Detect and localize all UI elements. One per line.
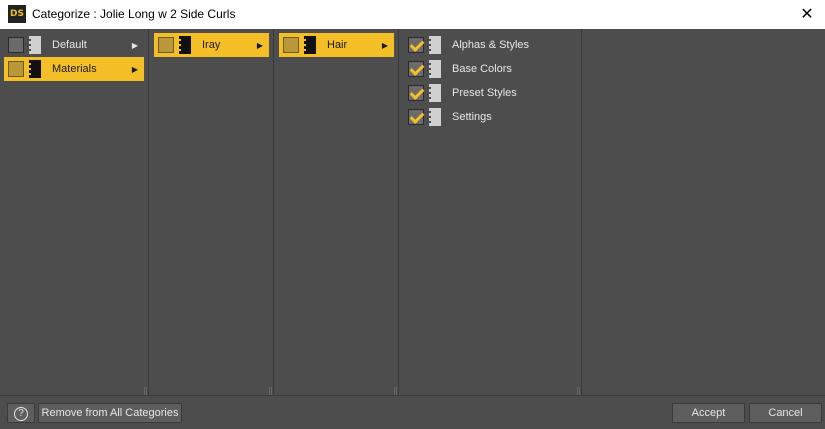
category-label: Alphas & Styles [452, 39, 530, 51]
folder-icon [303, 36, 317, 54]
help-button[interactable]: ? [7, 403, 35, 423]
daz-studio-app-icon: DS [8, 5, 26, 23]
category-item-base-colors[interactable]: Base Colors [404, 57, 577, 81]
accept-button[interactable]: Accept [672, 403, 745, 423]
remove-from-all-categories-button[interactable]: Remove from All Categories [38, 403, 182, 423]
submenu-arrow-icon: ▶ [256, 40, 264, 50]
category-item-materials[interactable]: Materials ▶ [4, 57, 144, 81]
folder-icon [428, 36, 442, 54]
category-item-settings[interactable]: Settings [404, 105, 577, 129]
checkbox-checked-icon[interactable] [408, 61, 424, 77]
help-icon: ? [14, 407, 28, 421]
column-resize-handle[interactable] [577, 387, 580, 395]
category-label: Base Colors [452, 63, 512, 75]
category-label: Materials [52, 63, 97, 75]
folder-icon [28, 60, 42, 78]
checkbox-icon[interactable] [158, 37, 174, 53]
checkbox-checked-icon[interactable] [408, 109, 424, 125]
cancel-button[interactable]: Cancel [749, 403, 822, 423]
dialog-footer: ? Remove from All Categories Accept Canc… [0, 395, 825, 429]
category-item-alphas-styles[interactable]: Alphas & Styles [404, 33, 577, 57]
folder-icon [428, 108, 442, 126]
checkbox-icon[interactable] [8, 37, 24, 53]
window-title: Categorize : Jolie Long w 2 Side Curls [32, 7, 236, 21]
category-label: Preset Styles [452, 87, 517, 99]
folder-icon [428, 84, 442, 102]
checkbox-checked-icon[interactable] [408, 85, 424, 101]
checkbox-checked-icon[interactable] [408, 37, 424, 53]
category-item-preset-styles[interactable]: Preset Styles [404, 81, 577, 105]
category-item-default[interactable]: Default ▶ [4, 33, 144, 57]
column-resize-handle[interactable] [394, 387, 397, 395]
category-column-2: Iray ▶ [150, 29, 274, 395]
dialog-content: Default ▶ Materials ▶ Iray ▶ Hair ▶ Alph… [0, 29, 825, 429]
folder-icon [428, 60, 442, 78]
category-label: Settings [452, 111, 492, 123]
title-bar: DS Categorize : Jolie Long w 2 Side Curl… [0, 0, 825, 29]
column-resize-handle[interactable] [144, 387, 147, 395]
category-label: Default [52, 39, 87, 51]
submenu-arrow-icon: ▶ [131, 64, 139, 74]
submenu-arrow-icon: ▶ [381, 40, 389, 50]
checkbox-icon[interactable] [283, 37, 299, 53]
category-column-3: Hair ▶ [275, 29, 399, 395]
category-column-5 [583, 29, 825, 395]
category-item-hair[interactable]: Hair ▶ [279, 33, 394, 57]
category-label: Iray [202, 39, 221, 51]
checkbox-icon[interactable] [8, 61, 24, 77]
folder-icon [28, 36, 42, 54]
submenu-arrow-icon: ▶ [131, 40, 139, 50]
folder-icon [178, 36, 192, 54]
close-button[interactable]: ✕ [789, 0, 825, 29]
column-resize-handle[interactable] [269, 387, 272, 395]
category-column-1: Default ▶ Materials ▶ [0, 29, 149, 395]
category-column-4: Alphas & Styles Base Colors Preset Style… [400, 29, 582, 395]
category-label: Hair [327, 39, 348, 51]
category-item-iray[interactable]: Iray ▶ [154, 33, 269, 57]
